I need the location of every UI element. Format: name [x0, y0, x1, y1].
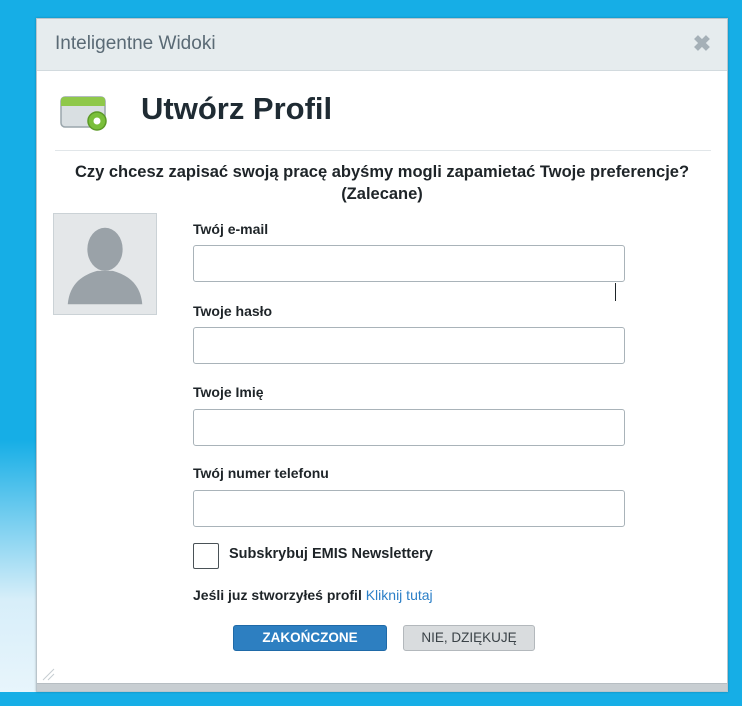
newsletter-checkbox[interactable] — [193, 543, 219, 569]
email-field[interactable] — [193, 245, 625, 282]
phone-field[interactable] — [193, 490, 625, 527]
close-icon[interactable]: ✖ — [691, 33, 713, 55]
finish-button[interactable]: ZAKOŃCZONE — [233, 625, 387, 651]
dialog-footer-strip — [37, 683, 727, 691]
create-profile-dialog: Inteligentne Widoki ✖ Utwórz Profil Czy … — [36, 18, 728, 692]
resize-grip-icon[interactable] — [41, 667, 55, 681]
login-link[interactable]: Kliknij tutaj — [366, 587, 433, 603]
existing-profile-line: Jeśli juz stworzyłeś profil Kliknij tuta… — [193, 587, 433, 603]
save-prompt-text: Czy chcesz zapisać swoją pracę abyśmy mo… — [74, 163, 690, 203]
page-title: Utwórz Profil — [141, 91, 333, 126]
password-label: Twoje hasło — [193, 303, 273, 319]
existing-profile-text: Jeśli juz stworzyłeś profil — [193, 587, 362, 603]
decline-button[interactable]: NIE, DZIĘKUJĘ — [403, 625, 535, 651]
password-field[interactable] — [193, 327, 625, 364]
profile-window-icon — [60, 96, 107, 131]
background-gradient — [0, 440, 40, 706]
user-silhouette-icon — [53, 213, 157, 315]
dialog-titlebar: Inteligentne Widoki ✖ — [37, 19, 727, 71]
dialog-title: Inteligentne Widoki — [55, 33, 216, 54]
name-label: Twoje Imię — [193, 384, 264, 400]
name-field[interactable] — [193, 409, 625, 446]
text-caret — [615, 283, 616, 301]
dialog-header: Utwórz Profil — [55, 83, 711, 151]
background-bottom-band — [0, 692, 742, 706]
email-label: Twój e-mail — [193, 221, 269, 237]
phone-label: Twój numer telefonu — [193, 465, 329, 481]
newsletter-label: Subskrybuj EMIS Newslettery — [229, 546, 433, 562]
